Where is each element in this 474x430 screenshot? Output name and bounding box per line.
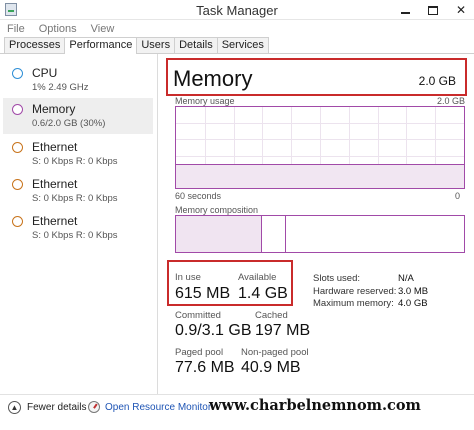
footer-divider (0, 394, 474, 395)
memory-usage-max: 2.0 GB (436, 96, 465, 106)
slots-used-value: N/A (398, 273, 414, 284)
performance-sidebar: CPU 1% 2.49 GHz Memory 0.6/2.0 GB (30%) … (0, 54, 158, 394)
cached-value: 197 MB (255, 322, 311, 339)
tab-performance[interactable]: Performance (64, 37, 138, 54)
composition-in-use-segment[interactable] (176, 216, 263, 252)
memory-indicator-icon (12, 104, 23, 115)
sidebar-item-detail: S: 0 Kbps R: 0 Kbps (32, 193, 118, 204)
maximize-icon (428, 5, 438, 15)
menu-bar: File Options View (0, 20, 114, 37)
in-use-label: In use (175, 272, 201, 283)
hardware-reserved-value: 3.0 MB (398, 286, 429, 297)
close-icon: ✕ (455, 3, 467, 17)
memory-usage-label: Memory usage (175, 96, 235, 106)
sidebar-item-label: Memory (32, 102, 76, 116)
minimize-button[interactable] (398, 3, 412, 17)
menu-view[interactable]: View (91, 23, 115, 35)
menu-file[interactable]: File (7, 23, 25, 35)
chevron-up-icon: ▲ (8, 401, 21, 414)
memory-composition-bar (175, 215, 465, 253)
maximum-memory-value: 4.0 GB (398, 298, 428, 309)
non-paged-pool-value: 40.9 MB (241, 359, 301, 376)
available-label: Available (238, 272, 277, 283)
fewer-details-label: Fewer details (27, 402, 87, 413)
sidebar-item-label: Ethernet (32, 214, 78, 228)
committed-label: Committed (175, 310, 221, 321)
menu-options[interactable]: Options (39, 23, 77, 35)
window-controls: ✕ (398, 0, 468, 20)
ethernet-indicator-icon (12, 179, 23, 190)
page-title: Memory (173, 66, 253, 91)
resource-monitor-icon (88, 401, 100, 413)
cached-label: Cached (255, 310, 288, 321)
fewer-details-button[interactable]: ▲ Fewer details (8, 401, 86, 414)
memory-usage-fill (176, 163, 464, 188)
non-paged-pool-label: Non-paged pool (241, 347, 309, 358)
in-use-value: 615 MB (175, 285, 231, 302)
graph-time-span: 60 seconds (175, 191, 222, 201)
sidebar-item-label: Ethernet (32, 177, 78, 191)
sidebar-item-detail: 0.6/2.0 GB (30%) (32, 118, 106, 129)
tab-users[interactable]: Users (136, 37, 176, 53)
sidebar-item-ethernet-2[interactable]: Ethernet S: 0 Kbps R: 0 Kbps (3, 173, 153, 209)
available-value: 1.4 GB (238, 285, 288, 302)
open-resource-monitor-link[interactable]: Open Resource Monitor (88, 401, 211, 413)
sidebar-item-detail: 1% 2.49 GHz (32, 82, 89, 93)
ethernet-indicator-icon (12, 142, 23, 153)
tab-bar: Processes Performance Users Details Serv… (4, 37, 269, 54)
sidebar-item-detail: S: 0 Kbps R: 0 Kbps (32, 156, 118, 167)
memory-composition-label: Memory composition (175, 205, 259, 215)
tab-services[interactable]: Services (216, 37, 269, 53)
title-bar: Task Manager ✕ (0, 0, 474, 20)
open-resource-monitor-label: Open Resource Monitor (105, 401, 212, 413)
sidebar-item-detail: S: 0 Kbps R: 0 Kbps (32, 230, 118, 241)
paged-pool-label: Paged pool (175, 347, 224, 358)
memory-total: 2.0 GB (418, 74, 456, 88)
tab-processes[interactable]: Processes (4, 37, 66, 53)
sidebar-item-label: Ethernet (32, 140, 78, 154)
sidebar-item-ethernet-3[interactable]: Ethernet S: 0 Kbps R: 0 Kbps (3, 210, 153, 246)
sidebar-item-cpu[interactable]: CPU 1% 2.49 GHz (3, 62, 153, 98)
maximize-button[interactable] (426, 3, 440, 17)
committed-value: 0.9/3.1 GB (175, 322, 252, 339)
composition-modified-divider (285, 216, 287, 252)
ethernet-indicator-icon (12, 216, 23, 227)
minimize-icon (400, 12, 410, 14)
maximum-memory-label: Maximum memory: (313, 298, 394, 309)
cpu-indicator-icon (12, 68, 23, 79)
memory-usage-graph (175, 106, 465, 189)
paged-pool-value: 77.6 MB (175, 359, 235, 376)
graph-time-end: 0 (455, 191, 461, 201)
sidebar-item-memory[interactable]: Memory 0.6/2.0 GB (30%) (3, 98, 153, 134)
sidebar-item-ethernet-1[interactable]: Ethernet S: 0 Kbps R: 0 Kbps (3, 136, 153, 172)
close-button[interactable]: ✕ (454, 3, 468, 17)
slots-used-label: Slots used: (313, 273, 360, 284)
tab-details[interactable]: Details (174, 37, 218, 53)
sidebar-item-label: CPU (32, 66, 58, 80)
hardware-reserved-label: Hardware reserved: (313, 286, 397, 297)
watermark-text: www.charbelnemnom.com (209, 397, 421, 414)
